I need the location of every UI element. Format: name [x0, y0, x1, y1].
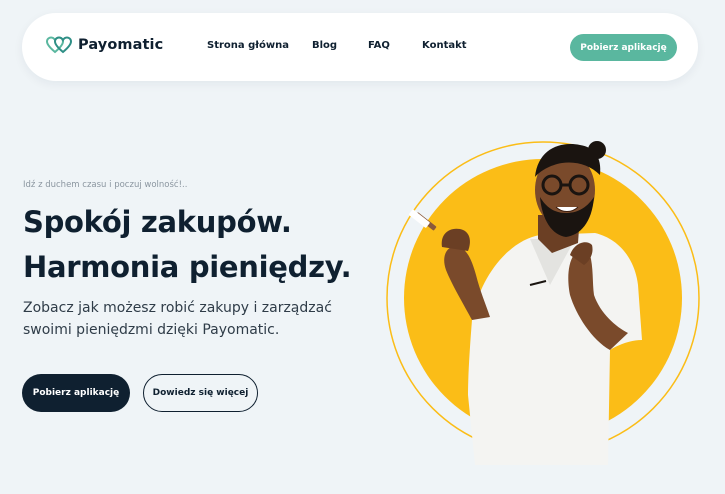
top-navbar: Payomatic Strona główna Blog FAQ Kontakt… — [22, 13, 698, 81]
hero-image — [380, 135, 710, 465]
download-app-button[interactable]: Pobierz aplikację — [22, 374, 130, 412]
header-download-button[interactable]: Pobierz aplikację — [570, 34, 677, 61]
nav-link-home[interactable]: Strona główna — [207, 40, 289, 51]
man-holding-card-illustration — [386, 141, 700, 465]
hero-tagline: Idź z duchem czasu i poczuj wolność!.. — [23, 180, 188, 190]
hero-subtitle-line1: Zobacz jak możesz robić zakupy i zarządz… — [23, 300, 332, 316]
hero-headline-line1: Spokój zakupów. — [23, 205, 292, 239]
nav-link-contact[interactable]: Kontakt — [422, 40, 467, 51]
nav-link-faq[interactable]: FAQ — [368, 40, 390, 51]
hero-headline-line2: Harmonia pieniędzy. — [23, 250, 352, 284]
hero-subtitle-line2: swoimi pieniędzmi dzięki Payomatic. — [23, 322, 280, 338]
logo[interactable]: Payomatic — [46, 36, 163, 54]
nav-link-blog[interactable]: Blog — [312, 40, 337, 51]
logo-text: Payomatic — [78, 37, 164, 53]
intertwined-hearts-icon — [46, 36, 72, 54]
learn-more-button[interactable]: Dowiedz się więcej — [143, 374, 258, 412]
